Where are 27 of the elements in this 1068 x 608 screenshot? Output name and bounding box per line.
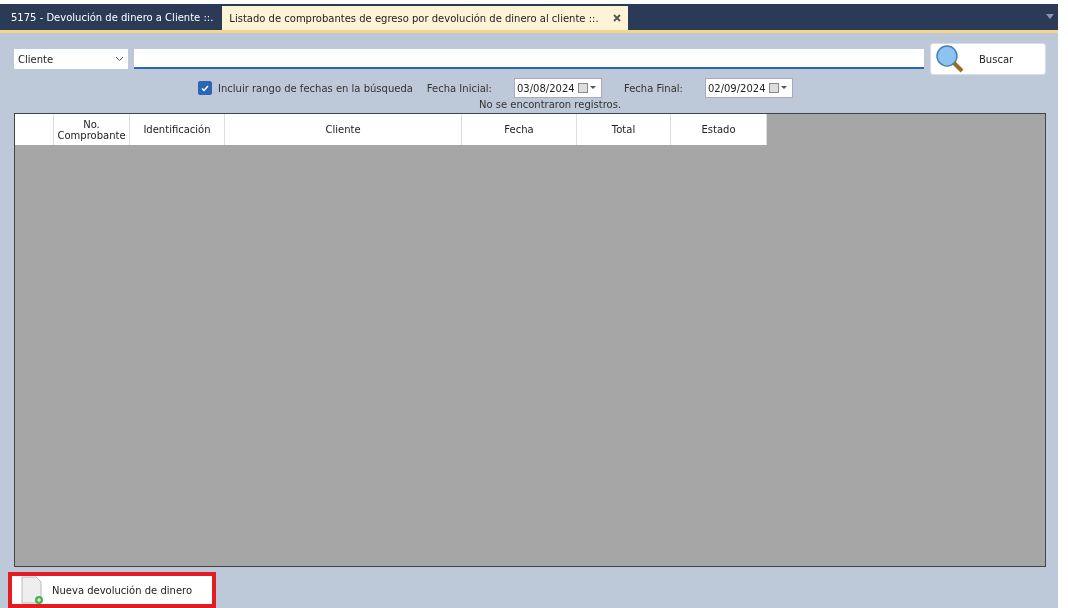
calendar-icon <box>768 83 789 93</box>
start-date-label: Fecha Inicial: <box>426 82 492 94</box>
new-document-icon <box>20 576 44 604</box>
column-header[interactable]: Estado <box>671 114 767 145</box>
chevron-icon <box>115 56 124 62</box>
end-date-field[interactable]: 02/09/2024 <box>704 78 793 98</box>
tab[interactable]: 5175 - Devolución de dinero a Cliente ::. <box>4 4 221 30</box>
field-dropdown[interactable]: Cliente <box>14 49 128 69</box>
status-text: No se encontraron registros. <box>478 99 622 110</box>
calendar-icon <box>578 83 598 93</box>
search-button[interactable]: Buscar <box>930 43 1046 75</box>
tab[interactable]: Listado de comprobantes de egreso por devolución de dinero al cliente ::. <box>222 6 628 30</box>
start-date-field[interactable]: 03/08/2024 <box>514 78 602 98</box>
new-refund-button[interactable]: Nueva devolución de dinero <box>8 572 216 608</box>
search-field[interactable] <box>134 49 924 69</box>
column-header[interactable]: No. Comprobante <box>54 114 130 145</box>
column-header[interactable]: Fecha <box>462 114 577 145</box>
column-header[interactable]: Identificación <box>130 114 225 145</box>
column-header[interactable]: Cliente <box>225 114 462 145</box>
magnifier-icon <box>935 44 965 74</box>
end-date-label: Fecha Final: <box>624 82 683 94</box>
caret-icon[interactable] <box>1046 14 1054 19</box>
checkbox[interactable] <box>198 81 212 95</box>
checkbox-label: Incluir rango de fechas en la búsqueda <box>218 82 413 94</box>
close-icon[interactable] <box>612 14 621 22</box>
checkmark-icon <box>201 84 209 92</box>
column-header[interactable]: Total <box>577 114 671 145</box>
